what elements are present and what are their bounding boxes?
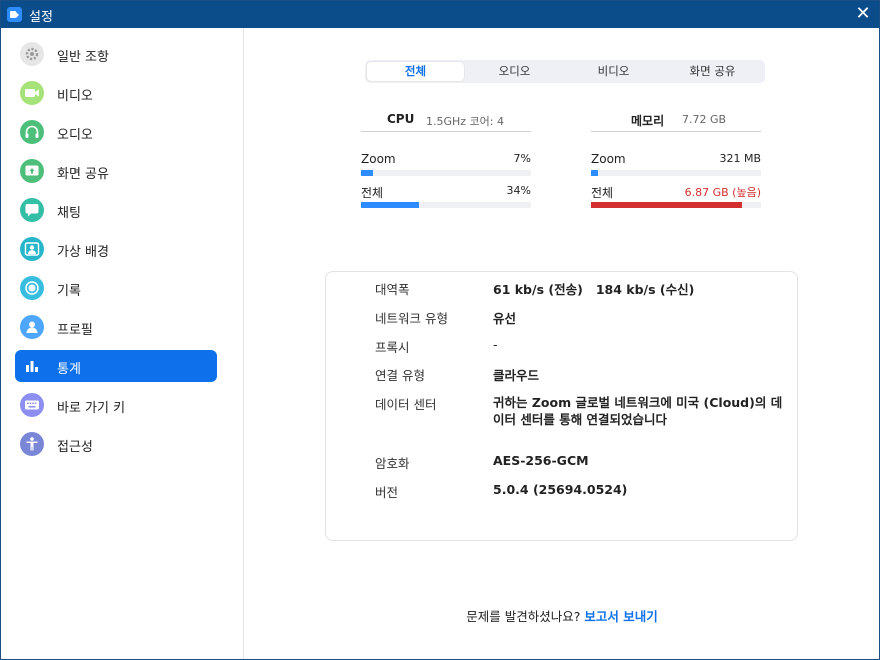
profile-icon — [20, 315, 44, 339]
cpu-zoom-usage-bar — [361, 170, 373, 176]
memory-title: 메모리 — [631, 114, 665, 128]
record-icon — [20, 276, 44, 300]
sidebar-item-label: 기록 — [57, 284, 81, 299]
connection-type-label: 연결 유형 — [375, 368, 425, 383]
statistics-panel: 전체 오디오 비디오 화면 공유 CPU 1.5GHz 코어: 4 Zoom 7… — [245, 28, 879, 659]
sidebar-item-virtual-background[interactable]: 가상 배경 — [15, 233, 217, 265]
bandwidth-value: 61 kb/s (전송) 184 kb/s (수신) — [493, 282, 695, 297]
network-type-value: 유선 — [493, 311, 517, 326]
zoom-app-icon — [7, 7, 22, 22]
statistics-tabs: 전체 오디오 비디오 화면 공유 — [365, 60, 765, 83]
network-info-card: 대역폭 61 kb/s (전송) 184 kb/s (수신) 네트워크 유형 유… — [325, 271, 798, 541]
chat-bubble-icon — [20, 198, 44, 222]
report-footer: 문제를 발견하셨나요? 보고서 보내기 — [245, 606, 879, 625]
metric-value: 321 MB — [719, 152, 761, 165]
sidebar-item-general[interactable]: 일반 조항 — [15, 38, 217, 70]
metric-value: 7% — [513, 152, 531, 165]
sidebar-item-label: 프로필 — [57, 323, 93, 338]
cpu-detail: 1.5GHz 코어: 4 — [426, 115, 505, 128]
keyboard-icon — [20, 393, 44, 417]
memory-total-usage-bar — [591, 202, 743, 208]
title-bar: 설정 ✕ — [1, 1, 879, 28]
sidebar-item-shortcuts[interactable]: 바로 가기 키 — [15, 389, 217, 421]
encryption-label: 암호화 — [375, 456, 410, 471]
cpu-total-usage-bar — [361, 202, 419, 208]
memory-header: 메모리 7.72 GB — [591, 110, 761, 132]
sidebar-item-recording[interactable]: 기록 — [15, 272, 217, 304]
sidebar-item-accessibility[interactable]: 접근성 — [15, 428, 217, 460]
video-camera-icon — [20, 81, 44, 105]
connection-type-value: 클라우드 — [493, 368, 540, 383]
cpu-header: CPU 1.5GHz 코어: 4 — [361, 110, 531, 132]
sidebar-item-share-screen[interactable]: 화면 공유 — [15, 155, 217, 187]
usage-bar-track — [591, 170, 761, 176]
metric-label: 전체 — [591, 186, 614, 200]
metric-value: 34% — [506, 184, 531, 197]
bandwidth-label: 대역폭 — [375, 282, 410, 297]
sidebar-item-label: 접근성 — [57, 440, 93, 455]
version-value: 5.0.4 (25694.0524) — [493, 482, 628, 497]
sidebar-item-label: 가상 배경 — [57, 245, 109, 260]
encryption-value: AES-256-GCM — [493, 453, 589, 468]
network-type-label: 네트워크 유형 — [375, 311, 448, 326]
memory-high-warning-value: 6.87 GB (높음) — [684, 186, 761, 199]
metric-label: 전체 — [361, 186, 384, 200]
cpu-title: CPU — [387, 112, 415, 126]
sidebar-item-chat[interactable]: 채팅 — [15, 194, 217, 226]
memory-detail: 7.72 GB — [682, 113, 727, 126]
tab-overall[interactable]: 전체 — [367, 62, 464, 81]
accessibility-icon — [20, 432, 44, 456]
sidebar-item-label: 바로 가기 키 — [57, 401, 126, 416]
usage-bar-track — [361, 202, 531, 208]
cpu-total-metric: 전체 34% — [361, 184, 531, 212]
tab-share-screen[interactable]: 화면 공유 — [664, 62, 761, 81]
usage-bar-track — [591, 202, 761, 208]
memory-zoom-usage-bar — [591, 170, 598, 176]
data-center-label: 데이터 센터 — [375, 397, 437, 412]
gear-icon — [20, 42, 44, 66]
metric-label: Zoom — [591, 152, 626, 166]
sidebar-item-label: 채팅 — [57, 206, 81, 221]
headphones-icon — [20, 120, 44, 144]
sidebar-item-audio[interactable]: 오디오 — [15, 116, 217, 148]
version-label: 버전 — [375, 485, 399, 500]
person-background-icon — [20, 237, 44, 261]
sidebar-item-profile[interactable]: 프로필 — [15, 311, 217, 343]
sidebar-item-label: 비디오 — [57, 89, 93, 104]
settings-sidebar: 일반 조항 비디오 오디오 화면 공유 채팅 가상 배경 기록 프로필 통계 바… — [1, 28, 244, 659]
cpu-zoom-metric: Zoom 7% — [361, 152, 531, 180]
metric-label: Zoom — [361, 152, 396, 166]
memory-zoom-metric: Zoom 321 MB — [591, 152, 761, 180]
send-report-link[interactable]: 보고서 보내기 — [584, 609, 657, 624]
bar-chart-icon — [20, 354, 44, 378]
memory-total-metric: 전체 6.87 GB (높음) — [591, 184, 761, 212]
sidebar-item-label: 오디오 — [57, 128, 93, 143]
tab-video[interactable]: 비디오 — [565, 62, 662, 81]
window-title: 설정 — [29, 10, 53, 25]
close-icon[interactable]: ✕ — [851, 3, 875, 25]
settings-window: 설정 ✕ 일반 조항 비디오 오디오 화면 공유 채팅 가상 배경 기록 프로필… — [0, 0, 880, 660]
data-center-value: 귀하는 Zoom 글로벌 네트워크에 미국 (Cloud)의 데이터 센터를 통… — [493, 395, 783, 427]
proxy-label: 프록시 — [375, 340, 410, 355]
tab-audio[interactable]: 오디오 — [466, 62, 563, 81]
sidebar-item-label: 화면 공유 — [57, 167, 109, 182]
share-screen-icon — [20, 159, 44, 183]
report-question: 문제를 발견하셨나요? — [466, 609, 585, 624]
sidebar-item-video[interactable]: 비디오 — [15, 77, 217, 109]
sidebar-item-statistics[interactable]: 통계 — [15, 350, 217, 382]
proxy-value: - — [493, 337, 498, 352]
usage-bar-track — [361, 170, 531, 176]
sidebar-item-label: 일반 조항 — [57, 50, 109, 65]
sidebar-item-label: 통계 — [57, 362, 81, 377]
